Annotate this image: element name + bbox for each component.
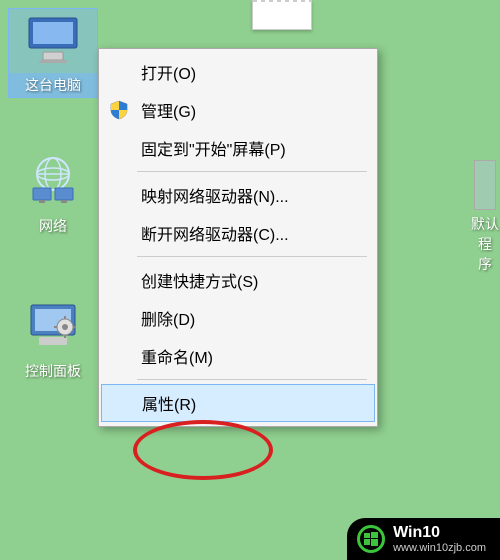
menu-item-label: 断开网络驱动器(C)... bbox=[141, 221, 289, 245]
menu-item-rename[interactable]: 重命名(M) bbox=[101, 337, 375, 375]
desktop-icon-label: 控制面板 bbox=[8, 359, 98, 383]
menu-item-label: 重命名(M) bbox=[141, 344, 213, 368]
menu-item-open[interactable]: 打开(O) bbox=[101, 53, 375, 91]
computer-icon bbox=[21, 9, 85, 69]
menu-item-label: 管理(G) bbox=[141, 98, 196, 122]
desktop-icon-label: 这台电脑 bbox=[9, 73, 97, 97]
menu-item-label: 固定到"开始"屏幕(P) bbox=[141, 136, 286, 160]
desktop-icon-label: 默认程 bbox=[470, 214, 500, 254]
menu-separator bbox=[137, 171, 367, 172]
context-menu: 打开(O) 管理(G) 固定到"开始"屏幕(P) 映射网络驱动器(N)... 断… bbox=[98, 48, 378, 427]
watermark-title: Win10 bbox=[393, 524, 486, 542]
menu-item-label: 属性(R) bbox=[142, 391, 196, 415]
menu-item-map-drive[interactable]: 映射网络驱动器(N)... bbox=[101, 176, 375, 214]
uac-shield-icon bbox=[109, 100, 129, 120]
menu-item-delete[interactable]: 删除(D) bbox=[101, 299, 375, 337]
menu-item-create-shortcut[interactable]: 创建快捷方式(S) bbox=[101, 261, 375, 299]
notepad-icon-partial bbox=[252, 0, 312, 30]
watermark-logo-icon bbox=[357, 525, 385, 553]
menu-separator bbox=[137, 379, 367, 380]
desktop-icon-label: 序 bbox=[470, 254, 500, 274]
annotation-circle bbox=[133, 420, 273, 480]
default-programs-icon bbox=[474, 160, 496, 210]
menu-item-label: 创建快捷方式(S) bbox=[141, 268, 258, 292]
menu-item-properties[interactable]: 属性(R) bbox=[101, 384, 375, 422]
control-panel-icon bbox=[21, 295, 85, 355]
menu-item-disconnect-drive[interactable]: 断开网络驱动器(C)... bbox=[101, 214, 375, 252]
menu-item-label: 映射网络驱动器(N)... bbox=[141, 183, 289, 207]
network-icon bbox=[21, 150, 85, 210]
menu-item-pin-start[interactable]: 固定到"开始"屏幕(P) bbox=[101, 129, 375, 167]
watermark-url: www.win10zjb.com bbox=[393, 542, 486, 554]
menu-item-label: 删除(D) bbox=[141, 306, 195, 330]
menu-item-label: 打开(O) bbox=[141, 60, 196, 84]
desktop-icon-control-panel[interactable]: 控制面板 bbox=[8, 295, 98, 383]
menu-separator bbox=[137, 256, 367, 257]
desktop-icon-default-programs-partial[interactable]: 默认程 序 bbox=[470, 160, 500, 274]
menu-item-manage[interactable]: 管理(G) bbox=[101, 91, 375, 129]
desktop-icon-this-pc[interactable]: 这台电脑 bbox=[8, 8, 98, 98]
desktop-icon-network[interactable]: 网络 bbox=[8, 150, 98, 238]
desktop-icon-label: 网络 bbox=[8, 214, 98, 238]
watermark: Win10 www.win10zjb.com bbox=[347, 518, 500, 560]
